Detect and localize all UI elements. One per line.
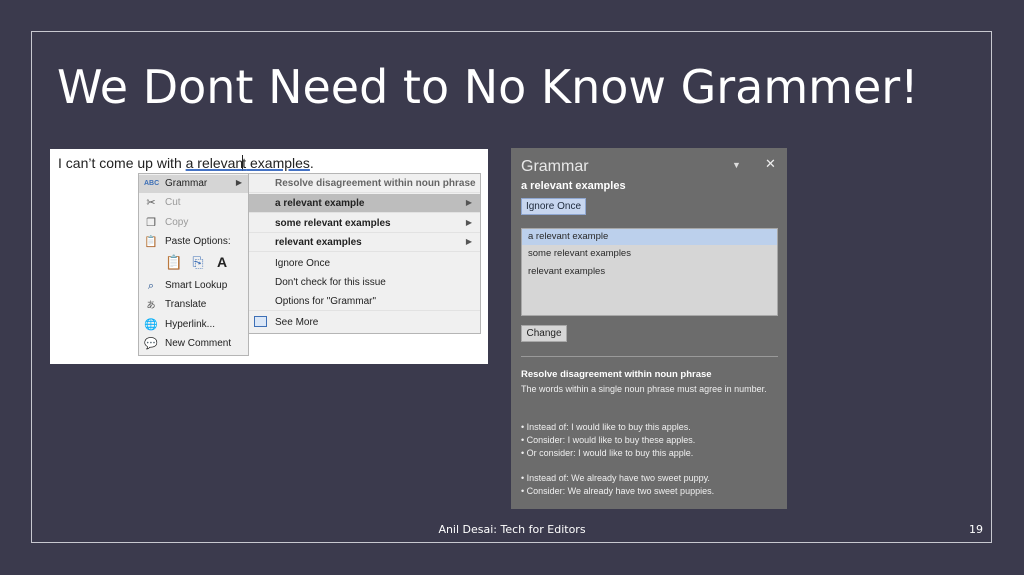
submenu-dont-check[interactable]: Don't check for this issue	[249, 273, 480, 292]
menu-item-translate[interactable]: あ Translate	[139, 296, 248, 314]
comment-icon: 💬	[144, 338, 158, 350]
change-button[interactable]: Change	[521, 325, 567, 342]
grammar-submenu: Resolve disagreement within noun phrase …	[248, 173, 481, 334]
example-line: • Consider: We already have two sweet pu…	[521, 486, 715, 496]
menu-item-new-comment[interactable]: 💬 New Comment	[139, 335, 248, 353]
suggestion-item[interactable]: some relevant examples ▶	[249, 214, 480, 233]
example-line: • Consider: I would like to buy these ap…	[521, 435, 696, 445]
grammar-pane: Grammar ▼ ✕ a relevant examples Ignore O…	[511, 148, 787, 509]
pane-title: Grammar	[521, 158, 589, 175]
close-icon[interactable]: ✕	[765, 156, 776, 172]
paste-keep-formatting-icon[interactable]: 📋	[165, 254, 183, 274]
divider	[521, 356, 778, 357]
flagged-text: a relevant examples	[521, 180, 626, 192]
document-sentence: I can’t come up with a relevant examples…	[58, 155, 314, 171]
see-more-icon	[254, 316, 267, 327]
menu-item-grammar[interactable]: ABC Grammar ▶	[139, 175, 248, 193]
suggestion-item[interactable]: relevant examples ▶	[249, 233, 480, 252]
menu-item-cut[interactable]: ✂ Cut	[139, 194, 248, 212]
chevron-right-icon: ▶	[235, 178, 242, 187]
list-item[interactable]: some relevant examples	[522, 246, 777, 262]
chevron-right-icon: ▶	[465, 237, 472, 246]
word-context-menu-screenshot: I can’t come up with a relevant examples…	[50, 149, 488, 364]
menu-item-copy[interactable]: ❐ Copy	[139, 214, 248, 232]
ignore-once-button[interactable]: Ignore Once	[521, 198, 586, 215]
menu-item-smart-lookup[interactable]: ⌕ Smart Lookup	[139, 277, 248, 295]
chevron-right-icon: ▶	[465, 218, 472, 227]
menu-item-hyperlink[interactable]: 🌐 Hyperlink...	[139, 316, 248, 334]
context-menu: ABC Grammar ▶ ✂ Cut ❐ Copy 📋 Paste Optio…	[138, 173, 249, 356]
example-line: • Or consider: I would like to buy this …	[521, 448, 694, 458]
suggestions-list: a relevant example some relevant example…	[521, 228, 778, 316]
paste-options-row: 📋 ⎘ A	[165, 254, 237, 276]
submenu-header: Resolve disagreement within noun phrase	[249, 174, 480, 193]
search-icon: ⌕	[147, 280, 155, 292]
abc-grammar-icon: ABC	[144, 180, 160, 187]
list-item[interactable]: a relevant example	[522, 229, 777, 245]
submenu-see-more[interactable]: See More	[249, 313, 480, 332]
clipboard-icon: 📋	[144, 236, 158, 248]
copy-icon: ❐	[146, 217, 156, 229]
example-line: • Instead of: We already have two sweet …	[521, 473, 710, 483]
flagged-phrase[interactable]: a relevant examples	[186, 155, 310, 171]
paste-text-only-icon[interactable]: A	[213, 254, 231, 274]
submenu-ignore-once[interactable]: Ignore Once	[249, 254, 480, 273]
example-line: • Instead of: I would like to buy this a…	[521, 422, 691, 432]
suggestion-item[interactable]: a relevant example ▶	[249, 194, 480, 213]
page-number: 19	[969, 523, 983, 536]
globe-link-icon: 🌐	[144, 319, 158, 331]
menu-item-paste-options: 📋 Paste Options:	[144, 236, 231, 248]
scissors-icon: ✂	[146, 197, 156, 209]
slide-footer: Anil Desai: Tech for Editors	[438, 523, 586, 536]
submenu-options-grammar[interactable]: Options for "Grammar"	[249, 292, 480, 311]
explanation-title: Resolve disagreement within noun phrase	[521, 369, 712, 380]
chevron-right-icon: ▶	[465, 198, 472, 207]
translate-icon: あ	[146, 300, 156, 310]
paste-merge-formatting-icon[interactable]: ⎘	[189, 254, 207, 274]
explanation-body: The words within a single noun phrase mu…	[521, 384, 767, 394]
slide-title: We Dont Need to No Know Grammer!	[57, 60, 919, 114]
chevron-down-icon[interactable]: ▼	[732, 160, 741, 170]
list-item[interactable]: relevant examples	[522, 264, 777, 280]
